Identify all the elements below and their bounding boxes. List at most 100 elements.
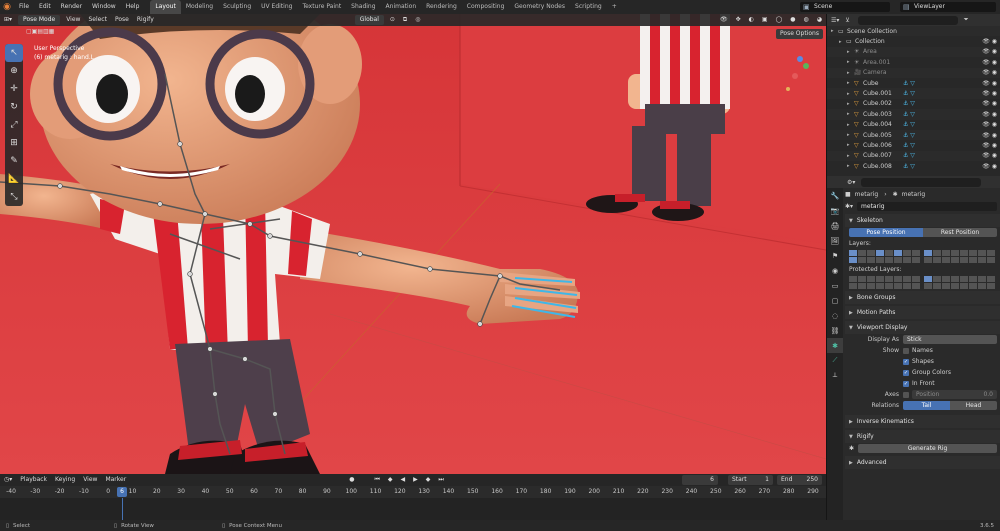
timeline-body[interactable]	[0, 498, 826, 520]
pose-options-button[interactable]: Pose Options	[776, 29, 823, 39]
select-tool-icon[interactable]: ↖	[5, 44, 23, 62]
menu-rigify[interactable]: Rigify	[133, 14, 158, 26]
render-tab-icon[interactable]: 📷	[827, 203, 843, 218]
expand-arrow-icon[interactable]: ▸	[847, 153, 854, 159]
next-key-icon[interactable]: ◆	[422, 474, 435, 486]
menu-playback[interactable]: Playback	[16, 474, 51, 486]
scale-tool-icon[interactable]: ⤢	[5, 116, 23, 134]
output-tab-icon[interactable]: 🖨	[827, 218, 843, 233]
visibility-toggles[interactable]: 👁 ◉	[982, 163, 997, 170]
layer-cell[interactable]	[924, 257, 932, 263]
layer-cell[interactable]	[942, 250, 950, 256]
motion-paths-panel-header[interactable]: ▶ Motion Paths	[845, 306, 1000, 319]
annotate-tool-icon[interactable]: ✎	[5, 152, 23, 170]
shading-solid-icon[interactable]: ●	[786, 14, 799, 26]
expand-arrow-icon[interactable]: ▸	[839, 39, 846, 45]
ik-panel-header[interactable]: ▶ Inverse Kinematics	[845, 415, 1000, 428]
layer-cell[interactable]	[978, 250, 986, 256]
expand-arrow-icon[interactable]: ▸	[847, 142, 854, 148]
prev-key-icon[interactable]: ◆	[384, 474, 397, 486]
scene-selector[interactable]: ▣ Scene	[800, 2, 890, 12]
menu-marker[interactable]: Marker	[101, 474, 130, 486]
outliner-funnel-icon[interactable]: ⏷	[964, 16, 969, 24]
overlay-icon[interactable]: ◐	[745, 14, 758, 26]
cursor-tool-icon[interactable]: ⊕	[5, 62, 23, 80]
add-workspace-button[interactable]: +	[607, 0, 622, 14]
rigify-panel-header[interactable]: ▼ Rigify	[845, 430, 1000, 443]
outliner-search-input[interactable]	[857, 15, 958, 25]
menu-file[interactable]: File	[14, 0, 34, 14]
layer-cell[interactable]	[894, 257, 902, 263]
layer-cell[interactable]	[867, 283, 875, 289]
layer-cell[interactable]	[969, 250, 977, 256]
menu-select[interactable]: Select	[84, 14, 111, 26]
layer-cell[interactable]	[987, 250, 995, 256]
end-frame-field[interactable]: End 250	[777, 475, 822, 485]
tab-sculpting[interactable]: Sculpting	[218, 0, 256, 14]
move-tool-icon[interactable]: ✛	[5, 80, 23, 98]
layer-cell[interactable]	[951, 283, 959, 289]
physics-tab-icon[interactable]: ◌	[827, 308, 843, 323]
outliner-row[interactable]: ▸ ▽ Cube.003 ⚓ ▽ 👁 ◉	[827, 109, 1000, 120]
layer-cell[interactable]	[858, 283, 866, 289]
rest-position-button[interactable]: Rest Position	[923, 228, 997, 237]
menu-pose[interactable]: Pose	[111, 14, 133, 26]
menu-view[interactable]: View	[62, 14, 84, 26]
layer-cell[interactable]	[867, 276, 875, 282]
outliner-row[interactable]: ▸ ▭ Scene Collection	[827, 26, 1000, 37]
expand-arrow-icon[interactable]: ▸	[831, 28, 838, 34]
expand-arrow-icon[interactable]: ▸	[847, 91, 854, 97]
menu-help[interactable]: Help	[121, 0, 145, 14]
layer-cell[interactable]	[912, 283, 920, 289]
scene-tab-icon[interactable]: ⚑	[827, 248, 843, 263]
layer-cell[interactable]	[933, 283, 941, 289]
layer-cell[interactable]	[849, 257, 857, 263]
layer-cell[interactable]	[858, 250, 866, 256]
layer-cell[interactable]	[969, 257, 977, 263]
visibility-toggles[interactable]: 👁 ◉	[982, 80, 997, 87]
tab-uv-editing[interactable]: UV Editing	[256, 0, 297, 14]
outliner-filter-icon[interactable]: ⊻	[845, 17, 849, 24]
generate-rig-button[interactable]: Generate Rig	[858, 444, 997, 453]
protected-group-2[interactable]	[924, 276, 995, 289]
tab-rendering[interactable]: Rendering	[421, 0, 462, 14]
menu-timeline-view[interactable]: View	[79, 474, 101, 486]
object-tab-icon[interactable]: ▢	[827, 293, 843, 308]
layer-cell[interactable]	[960, 250, 968, 256]
menu-keying[interactable]: Keying	[51, 474, 79, 486]
outliner-row[interactable]: ▸ ▽ Cube.005 ⚓ ▽ 👁 ◉	[827, 129, 1000, 141]
outliner-row[interactable]: ▸ ☀ Area.001 👁 ◉	[827, 57, 1000, 67]
outliner-row[interactable]: ▸ 🎥 Camera 👁 ◉	[827, 67, 1000, 78]
layer-cell[interactable]	[942, 257, 950, 263]
display-as-dropdown[interactable]: Stick	[903, 335, 997, 344]
xray-icon[interactable]: ▣	[758, 14, 772, 26]
mode-selector[interactable]: Pose Mode	[18, 15, 61, 25]
play-reverse-icon[interactable]: ◀	[396, 474, 409, 486]
visibility-icon[interactable]: 👁	[716, 14, 732, 26]
record-icon[interactable]: ●	[345, 474, 358, 486]
shapes-checkbox[interactable]: ✓	[903, 358, 909, 365]
layer-cell[interactable]	[894, 250, 902, 256]
jump-end-icon[interactable]: ⏭	[434, 474, 447, 486]
visibility-toggles[interactable]: 👁 ◉	[982, 38, 997, 45]
layer-cell[interactable]	[933, 250, 941, 256]
relations-tail-button[interactable]: Tail	[903, 401, 950, 410]
outliner-row[interactable]: ▸ ▽ Cube.006 ⚓ ▽ 👁 ◉	[827, 140, 1000, 150]
outliner-editor-icon[interactable]: ☰▾	[831, 17, 839, 24]
tab-animation[interactable]: Animation	[381, 0, 422, 14]
visibility-toggles[interactable]: 👁 ◉	[982, 152, 997, 159]
layer-cell[interactable]	[987, 257, 995, 263]
play-icon[interactable]: ▶	[409, 474, 422, 486]
layer-cell[interactable]	[867, 257, 875, 263]
layer-cell[interactable]	[876, 250, 884, 256]
layer-cell[interactable]	[867, 250, 875, 256]
layer-cell[interactable]	[933, 257, 941, 263]
visibility-toggles[interactable]: 👁 ◉	[982, 121, 997, 128]
viewport-display-panel-header[interactable]: ▼ Viewport Display	[845, 321, 1000, 334]
constraints-tab-icon[interactable]: ⛓	[827, 323, 843, 338]
tool-tab-icon[interactable]: 🔧	[827, 188, 843, 203]
datablock-icon[interactable]: ✱▾	[845, 203, 853, 210]
layer-cell[interactable]	[942, 283, 950, 289]
layer-cell[interactable]	[978, 257, 986, 263]
visibility-toggles[interactable]: 👁 ◉	[982, 100, 997, 107]
